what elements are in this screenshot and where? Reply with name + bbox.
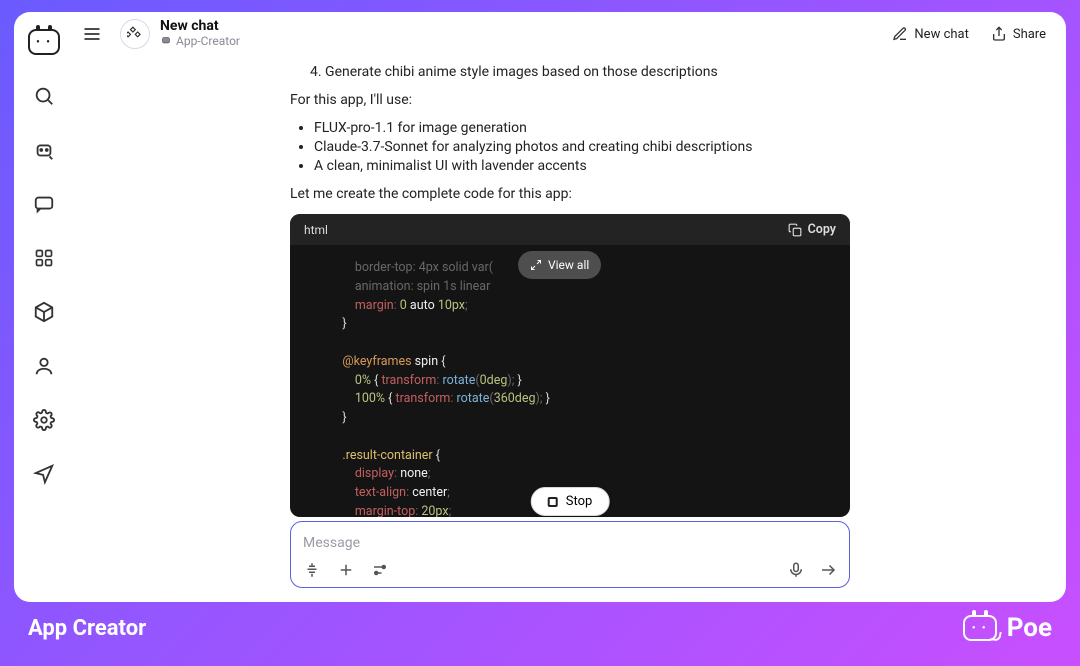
commands-icon[interactable] <box>371 561 389 579</box>
chat-title: New chat <box>160 19 240 34</box>
cube-icon[interactable] <box>26 294 62 330</box>
settings-icon[interactable] <box>26 402 62 438</box>
bullet-item: Claude-3.7-Sonnet for analyzing photos a… <box>314 139 850 155</box>
bullet-list: FLUX-pro-1.1 for image generation Claude… <box>314 120 850 174</box>
sidebar: • • <box>14 12 74 602</box>
mic-icon[interactable] <box>787 561 805 579</box>
code-body[interactable]: View all border-top: 4px solid var( dark… <box>290 245 850 517</box>
new-chat-button[interactable]: New chat <box>886 22 974 46</box>
copy-code-button[interactable]: Copy <box>788 222 836 237</box>
content-area: 4. Generate chibi anime style images bas… <box>74 56 1066 602</box>
profile-icon[interactable] <box>26 348 62 384</box>
stop-icon <box>548 497 558 507</box>
bullet-item: FLUX-pro-1.1 for image generation <box>314 120 850 136</box>
bot-badge-icon <box>160 34 172 49</box>
share-label: Share <box>1013 27 1046 42</box>
stop-button[interactable]: Stop <box>531 487 610 516</box>
ordered-list-item: 4. Generate chibi anime style images bas… <box>310 64 850 80</box>
logo-icon[interactable]: • • <box>26 24 62 60</box>
bot-avatar-icon[interactable] <box>120 19 150 49</box>
code-block: html Copy View all border-top: 4px solid… <box>290 214 850 517</box>
brand: • • Poe <box>963 613 1052 643</box>
explore-bot-icon[interactable] <box>26 132 62 168</box>
code-language-label: html <box>304 223 328 237</box>
chats-icon[interactable] <box>26 186 62 222</box>
voice-input-icon[interactable] <box>303 561 321 579</box>
assistant-message: 4. Generate chibi anime style images bas… <box>290 56 850 517</box>
new-chat-label: New chat <box>914 27 968 42</box>
topbar: New chat App-Creator New chat Share <box>74 12 1066 56</box>
stop-label: Stop <box>566 494 593 509</box>
brand-name: Poe <box>1007 613 1052 643</box>
app-shell: • • <box>14 12 1066 602</box>
composer[interactable] <box>290 521 850 588</box>
view-all-button[interactable]: View all <box>518 251 601 279</box>
send-icon[interactable] <box>819 561 837 579</box>
menu-icon[interactable] <box>74 16 110 52</box>
search-icon[interactable] <box>26 78 62 114</box>
share-button[interactable]: Share <box>985 22 1052 46</box>
main-area: New chat App-Creator New chat Share <box>74 12 1066 602</box>
message-paragraph: Let me create the complete code for this… <box>290 186 850 202</box>
footer-bar: App Creator • • Poe <box>0 602 1080 654</box>
view-all-label: View all <box>548 256 589 274</box>
poe-logo-icon: • • <box>963 615 997 641</box>
apps-grid-icon[interactable] <box>26 240 62 276</box>
message-input[interactable] <box>303 535 837 551</box>
copy-label: Copy <box>808 222 836 237</box>
footer-title: App Creator <box>28 616 146 641</box>
message-paragraph: For this app, I'll use: <box>290 92 850 108</box>
bullet-item: A clean, minimalist UI with lavender acc… <box>314 158 850 174</box>
attach-icon[interactable] <box>337 561 355 579</box>
bot-name: App-Creator <box>176 35 240 48</box>
send-feedback-icon[interactable] <box>26 456 62 492</box>
